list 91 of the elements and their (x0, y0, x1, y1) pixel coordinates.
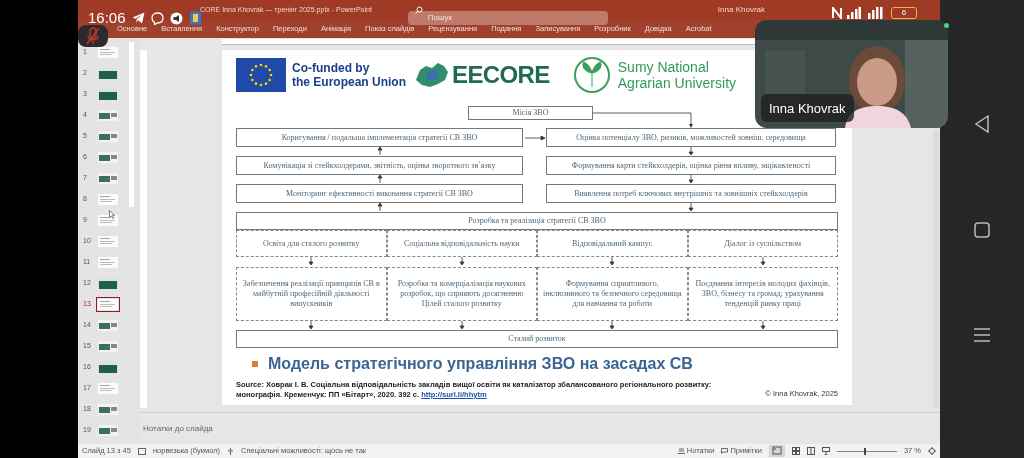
presenter-icon[interactable] (821, 447, 830, 455)
diagram-box: Розробка та комерціалізація наукових розробок, що сприяють досягненню Цілей сталого розвитку (386, 267, 537, 321)
slide-thumbnail[interactable] (98, 278, 118, 289)
scrollbar[interactable] (129, 42, 134, 207)
arrow (688, 175, 694, 183)
mic-off-icon (86, 27, 100, 45)
slide-thumbnail[interactable] (98, 131, 118, 142)
arrow (458, 321, 465, 329)
diagram-box: Соціальна відповідальність науки (386, 230, 537, 257)
accessibility-icon (227, 447, 235, 455)
slide-thumbnail[interactable] (98, 404, 118, 415)
cursor-icon (109, 210, 115, 219)
flag-icon (236, 58, 286, 92)
diagram-box: Розробка та реалізація стратегії СВ ЗВО (236, 212, 838, 230)
diagram-box: Моніторинг ефективності виконання стратегії СВ ЗВО (236, 184, 523, 203)
fit-icon[interactable] (928, 447, 936, 455)
scrollbar[interactable] (933, 130, 939, 408)
arrow (376, 147, 383, 155)
slide-thumbnail[interactable] (98, 320, 118, 331)
slide-thumbnail[interactable] (98, 425, 118, 436)
nfc-icon (832, 7, 842, 19)
arrow (759, 257, 766, 265)
bullet-icon (252, 361, 258, 367)
diagram-box: Освіта для сталого розвитку (236, 230, 387, 257)
logo-text: Agrarian University (617, 75, 737, 92)
diagram-box: Оцінка потенціалу ЗВО, ризиків, можливостей зовніш. середовища (546, 128, 836, 147)
phone-icon (188, 11, 202, 26)
online-indicator-icon (944, 23, 949, 28)
diagram-box: Сталий розвиток (236, 330, 838, 348)
arrow (376, 203, 383, 211)
logo-text: Co-funded by (292, 60, 371, 75)
slide-thumbnail[interactable] (98, 215, 118, 226)
normal-view-icon[interactable] (768, 445, 785, 457)
slide-thumbnail[interactable] (98, 194, 118, 205)
logo-text: the European Union (292, 75, 406, 90)
slide-title: Модель стратегічного управління ЗВО на засадах СВ (268, 354, 693, 374)
diagram-box: Місія ЗВО (468, 106, 593, 120)
slide-thumbnail[interactable] (98, 68, 118, 79)
arrow (688, 147, 694, 155)
logo-text: Sumy National (617, 58, 710, 75)
signal-icon (847, 7, 861, 19)
slide-thumbnail[interactable] (98, 257, 118, 268)
slide-thumbnail[interactable] (98, 341, 118, 352)
diagram-box: Виявлення потреб ключових внутрішніх та зовнішніх стейкхолдерів (546, 184, 836, 203)
mic-off-button[interactable] (78, 25, 108, 47)
zoom-slider[interactable] (836, 447, 897, 455)
arrow (376, 175, 383, 183)
arrow (308, 321, 315, 329)
menu-icon[interactable] (974, 327, 990, 344)
diagram-box: Комунікація зі стейкхолдерами, звітність, оцінка зворотного зв`язку (236, 156, 523, 175)
slide-thumbnail[interactable] (98, 47, 118, 58)
arrow (759, 321, 766, 329)
slide-thumbnail[interactable] (98, 173, 118, 184)
comment-icon (721, 448, 729, 454)
diagram-box: Забезпечення реалізації принципів СВ в майбутній професійній діяльності випускників (236, 267, 387, 321)
megaphone-icon (169, 11, 183, 25)
home-icon[interactable] (974, 222, 990, 238)
participant-name: Inna Khovrak (769, 101, 846, 116)
slide-thumbnail[interactable] (98, 362, 118, 373)
notes-icon (677, 448, 685, 454)
grid-view-icon[interactable] (791, 447, 800, 455)
spellcheck-icon (137, 447, 146, 455)
send-icon (131, 12, 145, 25)
arrow (524, 134, 545, 141)
diagram-box: Формування карти стейкхолдерів, оцінка рівня впливу, зацікавленості (546, 156, 836, 175)
diagram-box: Відповідальний кампус (537, 230, 688, 257)
arrow (609, 257, 616, 265)
logo-text: EECORE (452, 60, 550, 90)
arrow (688, 203, 694, 211)
user-name: Inna Khovrak (717, 4, 765, 16)
diagram-box: Діалог із суспільством (687, 230, 838, 257)
slide-thumbnail[interactable] (98, 236, 118, 247)
diagram-box: Поєднання інтересів молодих фахівців, ЗВО, бізнесу та громад; урахування тенденцій ринку праці (687, 267, 838, 321)
arrow (308, 257, 315, 265)
diagram-box: Коригування / подальша імплементація стратегії СВ ЗВО (236, 128, 523, 147)
slide-thumbnail[interactable] (98, 110, 118, 121)
diagram-box: Формування сприятливого, інклюзивного та безпечного середовища для навчання та роботи (537, 267, 688, 321)
phone-chat-icon (150, 11, 164, 25)
arrow (458, 257, 465, 265)
mobile-data-icon (866, 7, 886, 19)
search-field[interactable]: Пошук (407, 10, 608, 25)
battery-level: 6 (901, 9, 907, 17)
search-icon (414, 6, 423, 14)
slide-thumbnail[interactable] (98, 383, 118, 394)
slide-thumbnail[interactable] (98, 89, 118, 100)
back-icon[interactable] (974, 114, 990, 133)
slide-thumbnail[interactable] (98, 152, 118, 163)
arrow (609, 321, 616, 329)
slide-thumbnail[interactable] (98, 299, 118, 310)
reading-view-icon[interactable] (806, 447, 815, 455)
leaf-icon (571, 56, 612, 94)
